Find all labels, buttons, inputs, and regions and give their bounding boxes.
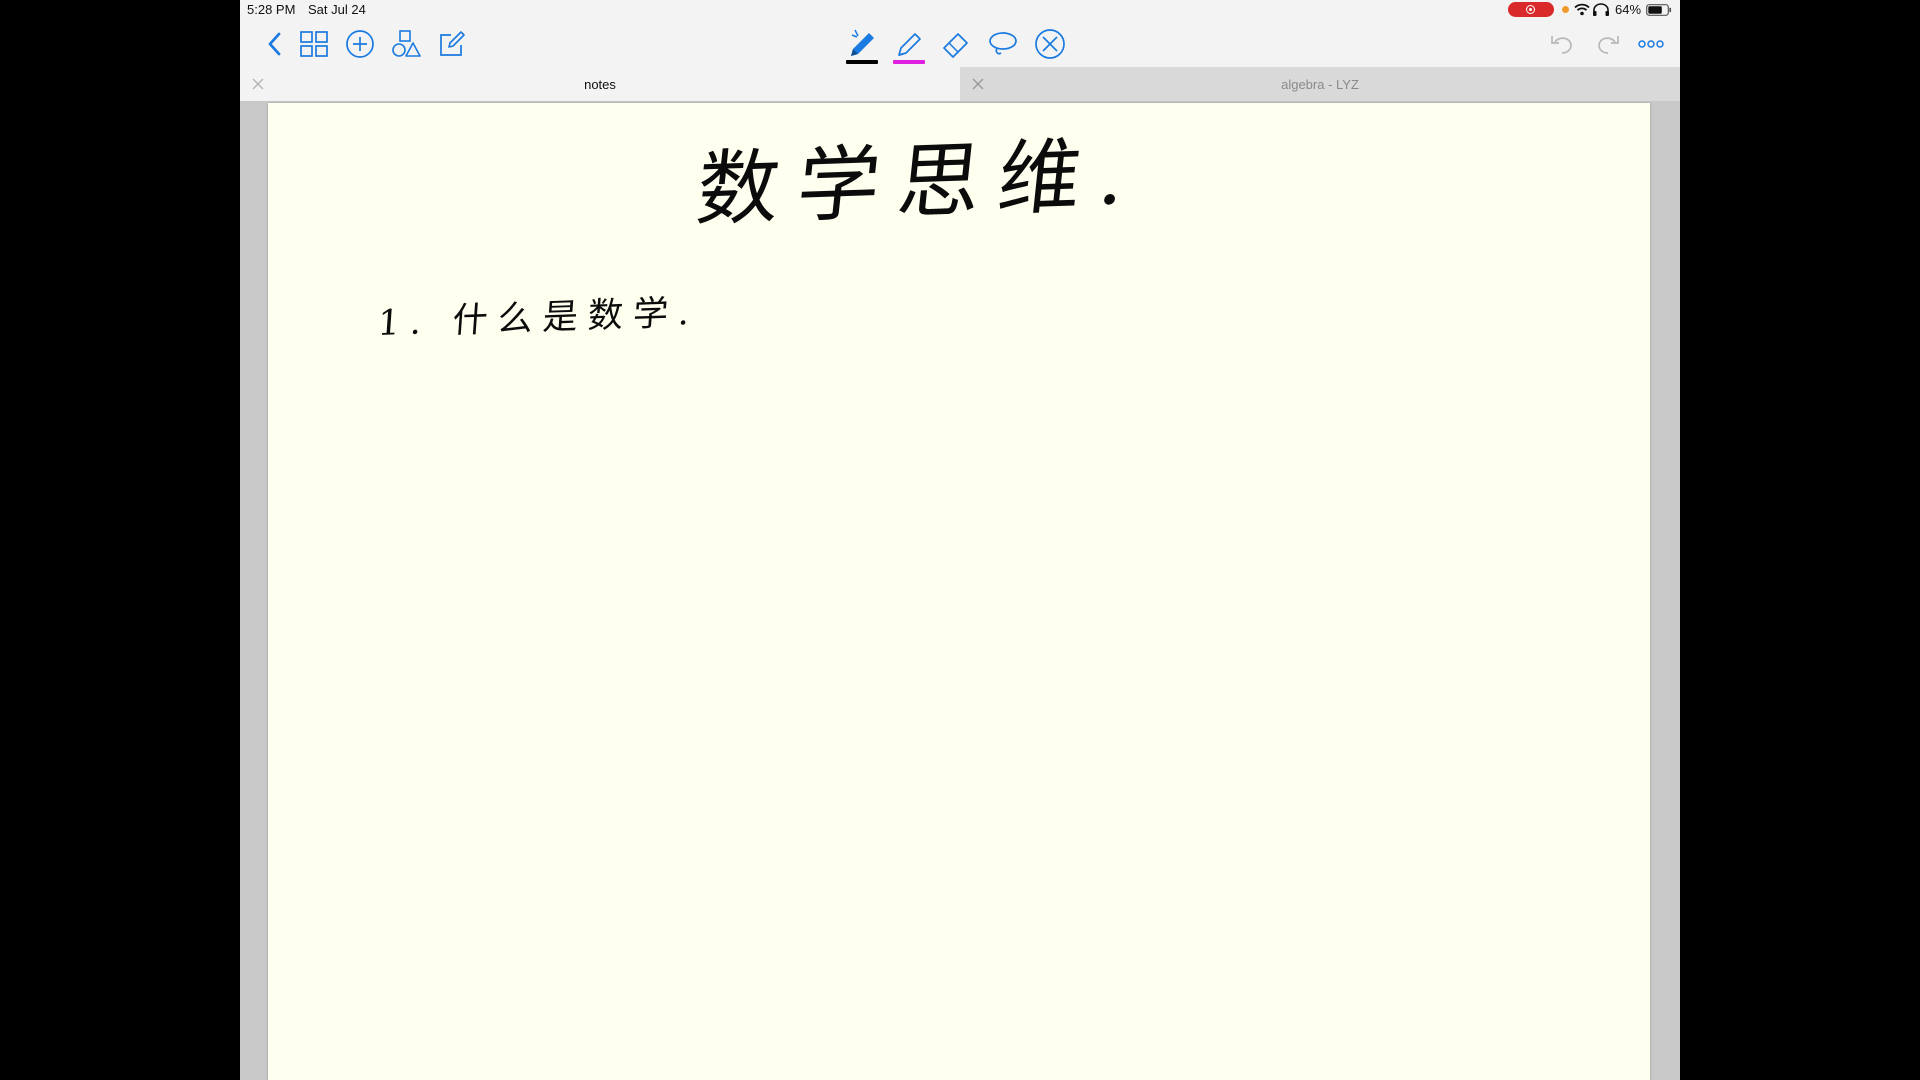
status-bar: 5:28 PM Sat Jul 24 64% — [240, 0, 1680, 20]
shapes-icon — [392, 29, 421, 57]
wifi-icon — [1574, 3, 1590, 16]
undo-button[interactable] — [1546, 20, 1578, 67]
undo-icon — [1551, 35, 1572, 54]
battery-icon — [1646, 4, 1672, 16]
screen-record-icon[interactable] — [1508, 2, 1554, 17]
thumbnails-button[interactable] — [294, 20, 334, 67]
document-canvas[interactable]: 数学思维. 1. 什么是数学. — [240, 101, 1680, 1080]
toolbar — [240, 20, 1680, 67]
status-time: 5:28 PM — [247, 2, 296, 17]
tab-label: algebra - LYZ — [1281, 77, 1359, 92]
lasso-icon — [989, 31, 1017, 54]
handwritten-line: 1. 什么是数学. — [376, 292, 701, 344]
eraser-icon — [943, 32, 968, 58]
tab-algebra-lyz[interactable]: algebra - LYZ — [960, 67, 1680, 101]
disable-touch-tool[interactable] — [1032, 20, 1068, 67]
handwritten-title: 数学思维. — [692, 127, 1149, 238]
tab-notes[interactable]: notes — [240, 67, 960, 101]
edit-icon — [440, 30, 465, 56]
edit-button[interactable] — [432, 20, 472, 67]
back-button[interactable] — [260, 20, 290, 67]
note-page[interactable]: 数学思维. 1. 什么是数学. — [268, 103, 1650, 1080]
tab-label: notes — [584, 77, 616, 92]
highlighter-tool[interactable] — [891, 20, 927, 67]
more-button[interactable] — [1633, 20, 1669, 67]
thumbnails-grid-icon — [300, 30, 328, 57]
shapes-button[interactable] — [386, 20, 426, 67]
document-tabs: notes algebra - LYZ — [240, 67, 1680, 101]
microphone-indicator-icon — [1562, 6, 1569, 13]
headphones-icon — [1593, 3, 1609, 16]
pen-tool[interactable] — [844, 20, 880, 67]
battery-percentage: 64% — [1615, 2, 1642, 17]
status-date: Sat Jul 24 — [308, 2, 366, 17]
more-icon — [1638, 39, 1664, 48]
lasso-tool[interactable] — [985, 20, 1021, 67]
back-icon — [268, 32, 281, 55]
highlighter-icon — [898, 32, 921, 56]
disable-touch-icon — [1035, 28, 1065, 59]
add-button[interactable] — [340, 20, 380, 67]
redo-icon — [1598, 35, 1619, 54]
ipad-screen: 5:28 PM Sat Jul 24 64% notes algebra - L… — [240, 0, 1680, 1080]
pen-color-indicator — [846, 60, 878, 64]
add-icon — [346, 29, 374, 58]
redo-button[interactable] — [1592, 20, 1624, 67]
eraser-tool[interactable] — [938, 20, 974, 67]
highlighter-color-indicator — [893, 60, 925, 64]
pen-icon — [851, 29, 874, 56]
